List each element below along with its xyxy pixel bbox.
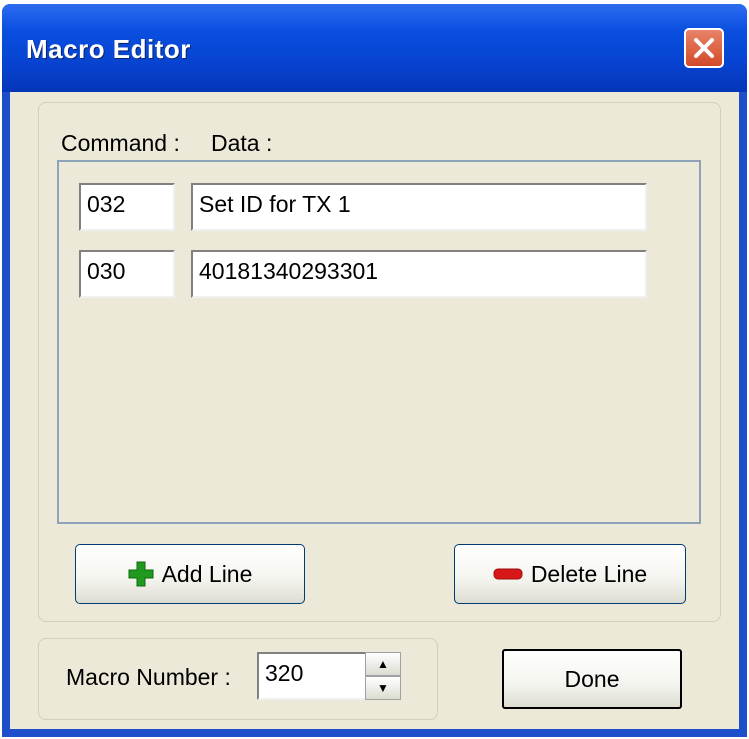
client-area: Command : Data : 032 Set ID for TX 1 030… — [10, 92, 739, 729]
done-label: Done — [564, 665, 620, 692]
arrow-up-icon: ▲ — [377, 657, 389, 671]
command-field[interactable]: 032 — [79, 183, 175, 231]
plus-icon — [128, 561, 154, 587]
lines-list[interactable]: 032 Set ID for TX 1 030 40181340293301 — [57, 160, 701, 524]
command-header: Command : — [61, 130, 180, 156]
data-header: Data : — [211, 130, 273, 156]
lines-group: Command : Data : 032 Set ID for TX 1 030… — [38, 102, 721, 622]
spin-up-button[interactable]: ▲ — [365, 652, 401, 676]
data-field[interactable]: Set ID for TX 1 — [191, 183, 647, 231]
close-button[interactable] — [684, 28, 724, 68]
delete-line-label: Delete Line — [530, 560, 648, 587]
data-field[interactable]: 40181340293301 — [191, 250, 647, 298]
command-field[interactable]: 030 — [79, 250, 175, 298]
arrow-down-icon: ▼ — [377, 681, 389, 695]
minus-icon — [493, 568, 523, 580]
title-bar[interactable]: Macro Editor — [2, 4, 747, 92]
add-line-label: Add Line — [161, 560, 253, 587]
macro-number-label: Macro Number : — [66, 664, 231, 690]
done-button[interactable]: Done — [502, 649, 682, 709]
macro-number-spinner[interactable]: ▲ ▼ — [365, 652, 401, 700]
delete-line-button[interactable]: Delete Line — [454, 544, 686, 604]
add-line-button[interactable]: Add Line — [75, 544, 305, 604]
window-title: Macro Editor — [26, 34, 191, 64]
macro-editor-window: Macro Editor Command : Data : 032 Set ID… — [2, 4, 747, 737]
close-icon — [694, 38, 714, 58]
spin-down-button[interactable]: ▼ — [365, 676, 401, 700]
macro-number-input[interactable]: 320 — [257, 652, 367, 700]
